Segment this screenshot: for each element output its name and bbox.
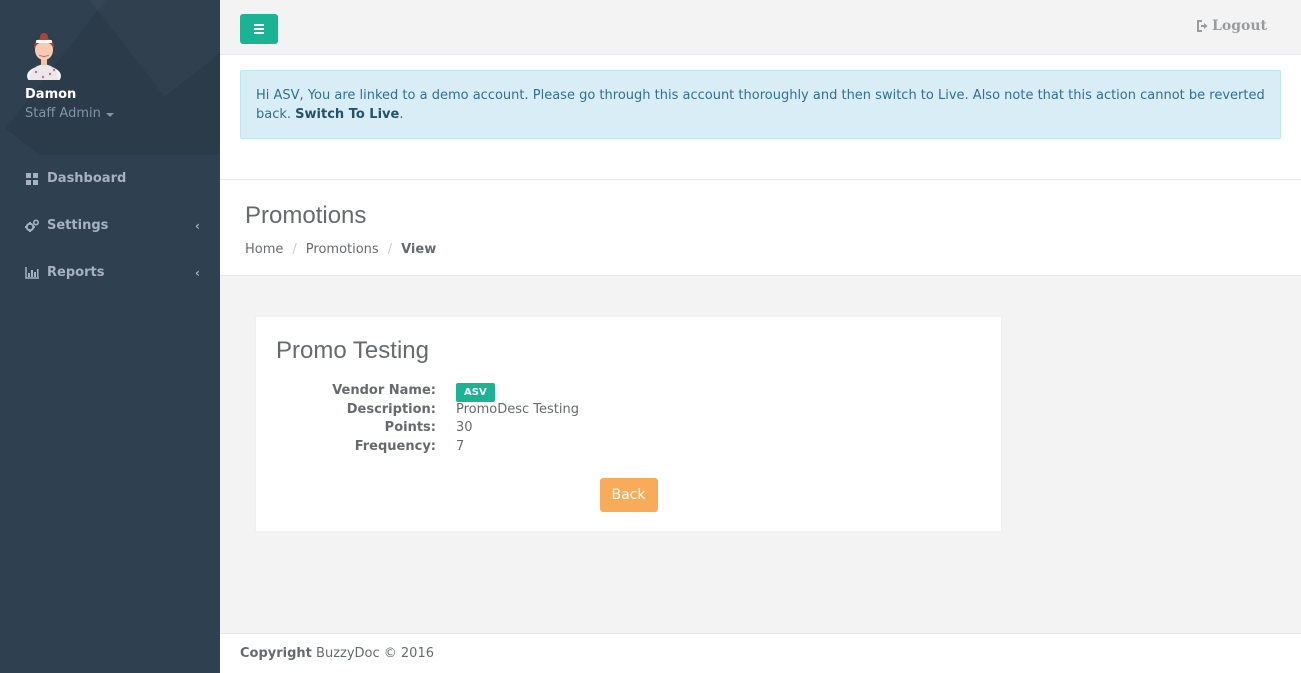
sidebar-item-label: Dashboard xyxy=(47,171,127,186)
breadcrumb: Home / Promotions / View xyxy=(245,242,1276,257)
menu-toggle-button[interactable] xyxy=(240,14,278,44)
description-value: PromoDesc Testing xyxy=(456,401,580,417)
promo-details-list: Vendor Name: ASV Description: PromoDesc … xyxy=(276,382,981,456)
sidebar-item-label: Reports xyxy=(47,265,105,280)
breadcrumb-home[interactable]: Home xyxy=(245,242,283,257)
logout-label: Logout xyxy=(1212,18,1267,34)
sidebar: Damon Staff Admin Dashboard Settings ‹ R… xyxy=(0,0,220,673)
alert-text: Hi ASV, You are linked to a demo account… xyxy=(256,88,1265,122)
profile-name: Damon xyxy=(25,87,77,102)
frequency-value: 7 xyxy=(456,438,465,454)
vendor-name-value: ASV xyxy=(456,382,981,402)
page-heading: Promotions Home / Promotions / View xyxy=(220,180,1301,276)
sidebar-item-dashboard[interactable]: Dashboard xyxy=(0,155,220,202)
alert-suffix: . xyxy=(399,107,404,122)
chevron-left-icon: ‹ xyxy=(195,218,200,233)
footer-text: BuzzyDoc © 2016 xyxy=(311,646,434,661)
top-navbar: Logout xyxy=(220,0,1301,55)
profile-role-label: Staff Admin xyxy=(25,106,101,121)
content-area: Promo Testing Vendor Name: ASV Descripti… xyxy=(220,276,1301,532)
page-title: Promotions xyxy=(245,202,367,229)
demo-account-alert: Hi ASV, You are linked to a demo account… xyxy=(240,70,1281,139)
back-button[interactable]: Back xyxy=(599,478,658,512)
sidebar-item-reports[interactable]: Reports ‹ xyxy=(0,249,220,296)
button-row: Back xyxy=(276,478,981,512)
sidebar-nav: Dashboard Settings ‹ Reports ‹ xyxy=(0,155,220,296)
promo-title: Promo Testing xyxy=(276,337,429,364)
chevron-left-icon: ‹ xyxy=(195,265,200,280)
sidebar-item-settings[interactable]: Settings ‹ xyxy=(0,202,220,249)
vendor-name-label: Vendor Name: xyxy=(332,383,436,398)
main-area: Logout Hi ASV, You are linked to a demo … xyxy=(220,0,1301,673)
points-value: 30 xyxy=(456,420,473,435)
breadcrumb-promotions[interactable]: Promotions xyxy=(306,242,379,257)
breadcrumb-separator: / xyxy=(387,242,393,257)
logout-link[interactable]: Logout xyxy=(1196,18,1267,34)
switch-to-live-link[interactable]: Switch To Live xyxy=(295,107,399,122)
vendor-badge: ASV xyxy=(456,383,495,402)
profile-role-dropdown[interactable]: Staff Admin xyxy=(25,106,114,121)
alert-container: Hi ASV, You are linked to a demo account… xyxy=(220,55,1301,180)
sidebar-item-label: Settings xyxy=(47,218,109,233)
footer: Copyright BuzzyDoc © 2016 xyxy=(220,633,1301,673)
dashboard-icon xyxy=(25,172,39,186)
profile-header: Damon Staff Admin xyxy=(0,0,220,155)
avatar[interactable] xyxy=(24,32,64,80)
description-label: Description: xyxy=(346,401,436,417)
breadcrumb-view: View xyxy=(401,242,437,257)
points-label: Points: xyxy=(384,420,436,435)
cogs-icon xyxy=(25,219,39,233)
breadcrumb-separator: / xyxy=(292,242,297,257)
promo-detail-panel: Promo Testing Vendor Name: ASV Descripti… xyxy=(255,316,1002,532)
hamburger-icon xyxy=(254,24,264,26)
caret-down-icon xyxy=(105,112,114,117)
sign-out-icon xyxy=(1197,20,1208,32)
frequency-label: Frequency: xyxy=(354,438,436,454)
footer-copyright-label: Copyright xyxy=(240,646,312,661)
bar-chart-icon xyxy=(25,266,39,280)
